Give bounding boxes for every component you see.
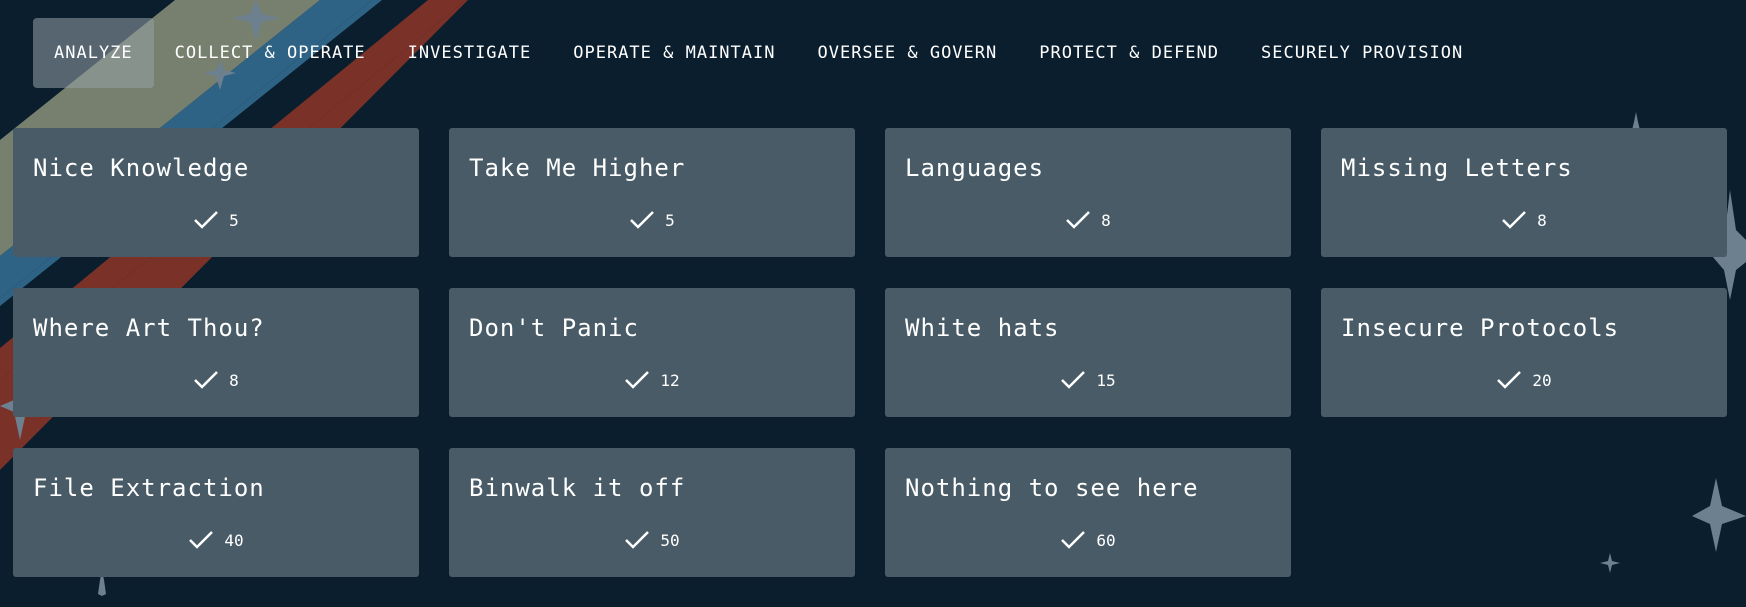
- solve-count-row: 8: [13, 370, 419, 390]
- check-icon: [625, 371, 650, 389]
- check-icon: [1502, 211, 1527, 229]
- solve-count: 8: [1537, 210, 1547, 230]
- solve-count: 15: [1096, 370, 1116, 390]
- solve-count-row: 40: [13, 530, 419, 550]
- solve-count: 5: [665, 210, 675, 230]
- challenge-card[interactable]: Don't Panic 12: [449, 288, 855, 417]
- challenge-card[interactable]: Languages 8: [885, 128, 1291, 257]
- solve-count: 60: [1096, 530, 1116, 550]
- tab-investigate[interactable]: INVESTIGATE: [387, 18, 553, 88]
- tab-operate-maintain[interactable]: OPERATE & MAINTAIN: [552, 18, 796, 88]
- tab-protect-defend[interactable]: PROTECT & DEFEND: [1018, 18, 1240, 88]
- solve-count: 12: [660, 370, 680, 390]
- solve-count-row: 5: [13, 210, 419, 230]
- challenge-title: Don't Panic: [469, 314, 639, 342]
- tab-analyze[interactable]: ANALYZE: [33, 18, 154, 88]
- challenge-title: Take Me Higher: [469, 154, 686, 182]
- check-icon: [630, 211, 655, 229]
- challenge-card[interactable]: Take Me Higher 5: [449, 128, 855, 257]
- solve-count: 50: [660, 530, 680, 550]
- challenge-grid: Nice Knowledge 5 Take Me Higher 5 Languages 8…: [13, 128, 1727, 577]
- check-icon: [625, 531, 650, 549]
- category-tabs: ANALYZE COLLECT & OPERATE INVESTIGATE OPERA…: [33, 18, 1484, 88]
- check-icon: [1066, 211, 1091, 229]
- check-icon: [194, 211, 219, 229]
- solve-count-row: 15: [885, 370, 1291, 390]
- solve-count: 8: [229, 370, 239, 390]
- challenge-card[interactable]: File Extraction 40: [13, 448, 419, 577]
- check-icon: [1061, 531, 1086, 549]
- challenge-title: Nothing to see here: [905, 474, 1199, 502]
- solve-count-row: 50: [449, 530, 855, 550]
- tab-oversee-govern[interactable]: OVERSEE & GOVERN: [796, 18, 1018, 88]
- challenge-card[interactable]: White hats 15: [885, 288, 1291, 417]
- challenge-card[interactable]: Nothing to see here 60: [885, 448, 1291, 577]
- solve-count: 20: [1532, 370, 1552, 390]
- solve-count: 5: [229, 210, 239, 230]
- challenge-title: White hats: [905, 314, 1060, 342]
- solve-count-row: 60: [885, 530, 1291, 550]
- challenge-title: Nice Knowledge: [33, 154, 250, 182]
- solve-count-row: 8: [1321, 210, 1727, 230]
- tab-securely-provision[interactable]: SECURELY PROVISION: [1240, 18, 1484, 88]
- check-icon: [1497, 371, 1522, 389]
- challenge-title: Missing Letters: [1341, 154, 1573, 182]
- tab-collect-operate[interactable]: COLLECT & OPERATE: [154, 18, 387, 88]
- solve-count: 40: [224, 530, 244, 550]
- challenge-card[interactable]: Insecure Protocols 20: [1321, 288, 1727, 417]
- challenge-title: Where Art Thou?: [33, 314, 265, 342]
- check-icon: [1061, 371, 1086, 389]
- challenge-card[interactable]: Missing Letters 8: [1321, 128, 1727, 257]
- solve-count-row: 12: [449, 370, 855, 390]
- solve-count-row: 8: [885, 210, 1291, 230]
- challenge-title: Binwalk it off: [469, 474, 686, 502]
- check-icon: [194, 371, 219, 389]
- challenge-card[interactable]: Where Art Thou? 8: [13, 288, 419, 417]
- challenge-title: Languages: [905, 154, 1045, 182]
- check-icon: [189, 531, 214, 549]
- solve-count-row: 20: [1321, 370, 1727, 390]
- challenge-title: File Extraction: [33, 474, 265, 502]
- solve-count: 8: [1101, 210, 1111, 230]
- solve-count-row: 5: [449, 210, 855, 230]
- challenge-title: Insecure Protocols: [1341, 314, 1620, 342]
- challenge-card[interactable]: Binwalk it off 50: [449, 448, 855, 577]
- challenge-card[interactable]: Nice Knowledge 5: [13, 128, 419, 257]
